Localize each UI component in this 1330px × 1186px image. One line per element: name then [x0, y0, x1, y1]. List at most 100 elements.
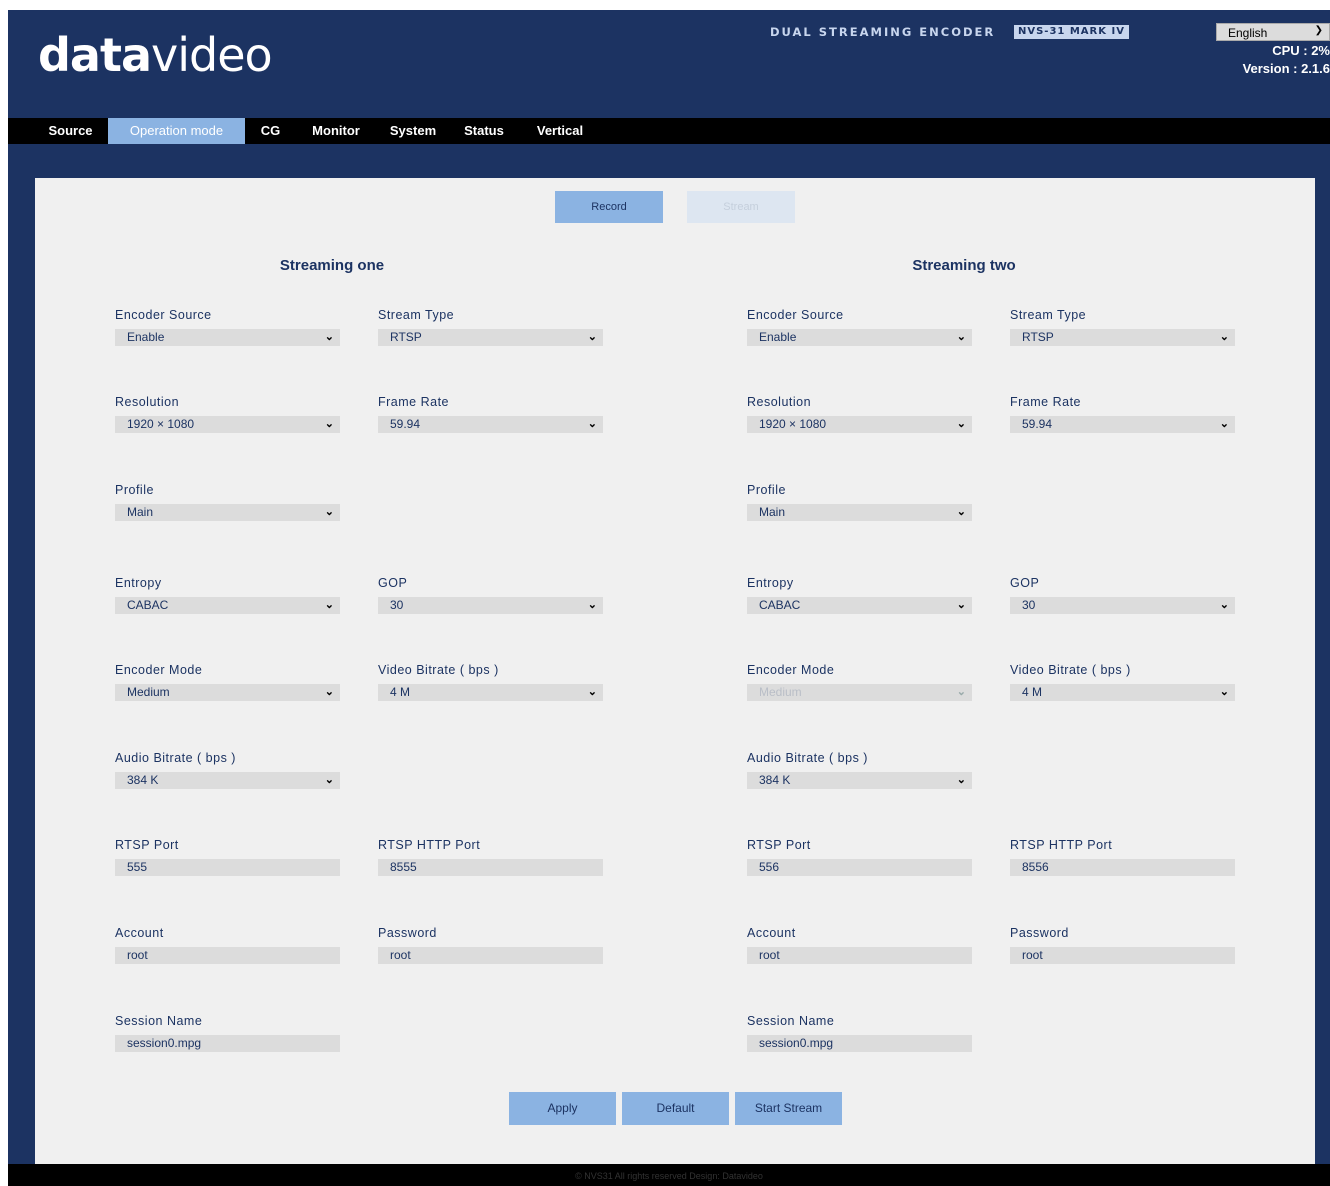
s1-video-bitrate-select[interactable]: 4 M ⌄: [378, 684, 603, 701]
record-mode-button[interactable]: Record: [555, 191, 663, 223]
s1-rtsp-port-field[interactable]: 555: [115, 859, 340, 876]
chevron-down-icon: ⌄: [324, 774, 334, 786]
chevron-down-icon: ⌄: [956, 686, 966, 698]
s2-stream-type-select[interactable]: RTSP ⌄: [1010, 329, 1235, 346]
chevron-down-icon: ⌄: [587, 686, 597, 698]
model-badge: NVS-31 MARK IV: [1014, 25, 1129, 39]
s2-encoder-mode-label: Encoder Mode: [747, 663, 835, 677]
s2-entropy-label: Entropy: [747, 576, 794, 590]
s2-rtsp-port-label: RTSP Port: [747, 838, 811, 852]
tab-operation-mode[interactable]: Operation mode: [108, 118, 245, 144]
s2-encoder-mode-select: Medium ⌄: [747, 684, 972, 701]
s1-account-field[interactable]: root: [115, 947, 340, 964]
s1-gop-label: GOP: [378, 576, 408, 590]
s2-rtsp-http-port-field[interactable]: 8556: [1010, 859, 1235, 876]
s2-password-field[interactable]: root: [1010, 947, 1235, 964]
tab-monitor[interactable]: Monitor: [298, 118, 374, 144]
s2-audio-bitrate-value: 384 K: [759, 773, 791, 787]
streaming-one-title: Streaming one: [279, 257, 385, 274]
s2-rtsp-port-field[interactable]: 556: [747, 859, 972, 876]
s1-rtsp-http-port-label: RTSP HTTP Port: [378, 838, 481, 852]
s2-gop-select[interactable]: 30 ⌄: [1010, 597, 1235, 614]
s1-account-label: Account: [115, 926, 164, 940]
tab-vertical[interactable]: Vertical: [524, 118, 596, 144]
chevron-down-icon: ⌄: [324, 331, 334, 343]
s1-encoder-mode-value: Medium: [127, 685, 170, 699]
s1-encoder-mode-select[interactable]: Medium ⌄: [115, 684, 340, 701]
s1-frame-rate-value: 59.94: [390, 417, 421, 431]
s1-gop-select[interactable]: 30 ⌄: [378, 597, 603, 614]
s2-session-name-field[interactable]: session0.mpg: [747, 1035, 972, 1052]
s2-resolution-value: 1920 × 1080: [759, 417, 827, 431]
s1-encoder-source-select[interactable]: Enable ⌄: [115, 329, 340, 346]
stream-mode-button[interactable]: Stream: [687, 191, 795, 223]
s1-entropy-value: CABAC: [127, 598, 169, 612]
chevron-down-icon: ⌄: [1219, 418, 1229, 430]
s2-profile-value: Main: [759, 505, 786, 519]
s1-profile-value: Main: [127, 505, 154, 519]
s2-encoder-source-label: Encoder Source: [747, 308, 844, 322]
s1-audio-bitrate-label: Audio Bitrate ( bps ): [115, 751, 236, 765]
start-stream-button[interactable]: Start Stream: [735, 1092, 842, 1125]
s2-session-name-label: Session Name: [747, 1014, 835, 1028]
s1-encoder-source-label: Encoder Source: [115, 308, 212, 322]
s2-entropy-value: CABAC: [759, 598, 801, 612]
s1-rtsp-http-port-value: 8555: [390, 860, 417, 874]
s2-rtsp-http-port-value: 8556: [1022, 860, 1049, 874]
chevron-down-icon: ⌄: [324, 418, 334, 430]
s2-password-label: Password: [1010, 926, 1069, 940]
s1-stream-type-label: Stream Type: [378, 308, 455, 322]
s1-audio-bitrate-select[interactable]: 384 K ⌄: [115, 772, 340, 789]
s2-password-value: root: [1022, 948, 1043, 962]
s1-session-name-value: session0.mpg: [127, 1036, 202, 1050]
language-value: English: [1228, 26, 1268, 40]
s1-password-label: Password: [378, 926, 437, 940]
s2-gop-value: 30: [1022, 598, 1036, 612]
s1-resolution-select[interactable]: 1920 × 1080 ⌄: [115, 416, 340, 433]
chevron-down-icon: ⌄: [1219, 331, 1229, 343]
default-button[interactable]: Default: [622, 1092, 729, 1125]
s1-stream-type-select[interactable]: RTSP ⌄: [378, 329, 603, 346]
tab-cg[interactable]: CG: [253, 118, 288, 144]
s1-rtsp-port-label: RTSP Port: [115, 838, 179, 852]
s1-frame-rate-label: Frame Rate: [378, 395, 449, 409]
s1-video-bitrate-value: 4 M: [390, 685, 411, 699]
s2-frame-rate-select[interactable]: 59.94 ⌄: [1010, 416, 1235, 433]
s1-rtsp-http-port-field[interactable]: 8555: [378, 859, 603, 876]
s2-rtsp-http-port-label: RTSP HTTP Port: [1010, 838, 1113, 852]
s2-account-field[interactable]: root: [747, 947, 972, 964]
s2-rtsp-port-value: 556: [759, 860, 780, 874]
chevron-down-icon: ⌄: [956, 506, 966, 518]
s1-session-name-field[interactable]: session0.mpg: [115, 1035, 340, 1052]
s2-video-bitrate-value: 4 M: [1022, 685, 1043, 699]
s2-video-bitrate-select[interactable]: 4 M ⌄: [1010, 684, 1235, 701]
s2-audio-bitrate-select[interactable]: 384 K ⌄: [747, 772, 972, 789]
s2-profile-select[interactable]: Main ⌄: [747, 504, 972, 521]
s2-entropy-select[interactable]: CABAC ⌄: [747, 597, 972, 614]
s2-audio-bitrate-label: Audio Bitrate ( bps ): [747, 751, 868, 765]
s2-account-label: Account: [747, 926, 796, 940]
operation-panel: Record Stream Streaming one Encoder Sourc…: [35, 178, 1315, 1164]
tab-status[interactable]: Status: [454, 118, 514, 144]
s1-entropy-select[interactable]: CABAC ⌄: [115, 597, 340, 614]
chevron-down-icon: ⌄: [324, 599, 334, 611]
s1-profile-select[interactable]: Main ⌄: [115, 504, 340, 521]
language-select[interactable]: English ❯: [1216, 23, 1330, 41]
tab-source[interactable]: Source: [38, 118, 103, 144]
s2-encoder-source-select[interactable]: Enable ⌄: [747, 329, 972, 346]
s2-resolution-select[interactable]: 1920 × 1080 ⌄: [747, 416, 972, 433]
chevron-down-icon: ⌄: [324, 686, 334, 698]
chevron-down-icon: ⌄: [324, 506, 334, 518]
s1-frame-rate-select[interactable]: 59.94 ⌄: [378, 416, 603, 433]
s2-encoder-mode-value: Medium: [759, 685, 802, 699]
s1-password-field[interactable]: root: [378, 947, 603, 964]
s2-resolution-label: Resolution: [747, 395, 812, 409]
s1-audio-bitrate-value: 384 K: [127, 773, 159, 787]
s2-stream-type-label: Stream Type: [1010, 308, 1087, 322]
chevron-down-icon: ⌄: [1219, 686, 1229, 698]
s1-rtsp-port-value: 555: [127, 860, 148, 874]
tab-system[interactable]: System: [382, 118, 444, 144]
app-frame: datavideo DUAL STREAMING ENCODER NVS-31 …: [8, 10, 1330, 1186]
apply-button[interactable]: Apply: [509, 1092, 616, 1125]
s2-stream-type-value: RTSP: [1022, 330, 1054, 344]
